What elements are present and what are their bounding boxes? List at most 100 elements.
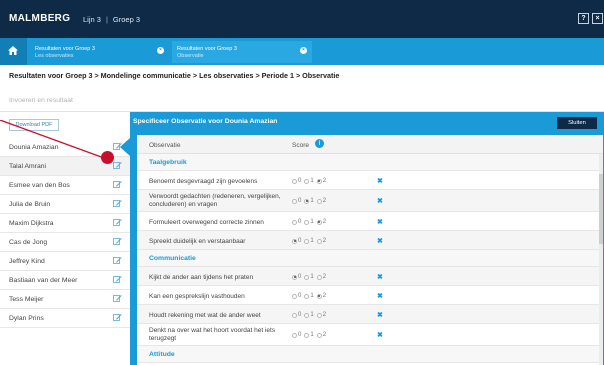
- student-row[interactable]: Tess Meijer: [0, 290, 130, 309]
- observation-label: Benoemt desgevraagd zijn gevoelens: [149, 178, 258, 185]
- score-radio[interactable]: [316, 219, 322, 225]
- score-radio[interactable]: [292, 238, 297, 244]
- student-name[interactable]: Julia de Bruin: [9, 201, 50, 208]
- score-radio[interactable]: [304, 198, 310, 204]
- student-name[interactable]: Maxim Dijkstra: [9, 220, 54, 227]
- student-row[interactable]: Cas de Jong: [0, 233, 130, 252]
- score-radio-label: 0: [298, 198, 302, 204]
- section-title: Attitude: [149, 351, 175, 358]
- score-radio[interactable]: [304, 238, 310, 244]
- score-radio[interactable]: [316, 238, 322, 244]
- edit-icon[interactable]: [113, 218, 122, 229]
- close-panel-button[interactable]: Sluiten: [557, 117, 597, 129]
- student-name[interactable]: Dylan Prins: [9, 315, 44, 322]
- observation-row: Benoemt desgevraagd zijn gevoelens 0 1 2 ✖: [137, 171, 599, 190]
- student-name[interactable]: Cas de Jong: [9, 239, 47, 246]
- page-breadcrumb: Resultaten voor Groep 3 > Mondelinge com…: [9, 71, 340, 80]
- edit-icon[interactable]: [113, 199, 122, 210]
- score-radio-group: 0 1 2: [292, 332, 329, 338]
- score-radio[interactable]: [292, 332, 297, 338]
- info-icon[interactable]: i: [315, 139, 324, 148]
- student-name[interactable]: Tess Meijer: [9, 296, 43, 303]
- score-radio-label: 2: [322, 238, 327, 244]
- score-radio[interactable]: [304, 274, 310, 280]
- score-radio[interactable]: [292, 178, 297, 184]
- help-button[interactable]: ?: [578, 13, 589, 24]
- edit-icon[interactable]: [113, 180, 122, 191]
- observation-label: Verwoordt gedachten (redeneren, vergelij…: [149, 193, 281, 208]
- observation-label: Spreekt duidelijk en verstaanbaar: [149, 238, 246, 245]
- tab-observatie[interactable]: Resultaten voor Groep 3 Observatie ×: [172, 41, 312, 63]
- score-radio[interactable]: [304, 178, 310, 184]
- student-row[interactable]: Dylan Prins: [0, 309, 130, 328]
- student-name[interactable]: Bastiaan van der Meer: [9, 277, 77, 284]
- header-breadcrumb: Lijn 3 | Groep 3: [83, 15, 140, 24]
- clear-score-icon[interactable]: ✖: [377, 273, 383, 281]
- clear-score-icon[interactable]: ✖: [377, 311, 383, 319]
- observation-row: Denkt na over wat het hoort voordat het …: [137, 324, 599, 346]
- clear-score-icon[interactable]: ✖: [377, 331, 383, 339]
- score-radio[interactable]: [316, 178, 322, 184]
- clear-score-icon[interactable]: ✖: [377, 292, 383, 300]
- score-radio[interactable]: [304, 332, 310, 338]
- observation-row: Formuleert overwegend correcte zinnen 0 1 2…: [137, 212, 599, 231]
- edit-icon[interactable]: [113, 275, 122, 286]
- score-radio[interactable]: [316, 198, 322, 204]
- score-radio[interactable]: [292, 274, 297, 280]
- home-button[interactable]: [0, 38, 27, 65]
- student-row[interactable]: Jeffrey Kind: [0, 252, 130, 271]
- student-name[interactable]: Talal Amrani: [9, 163, 46, 170]
- score-radio[interactable]: [292, 293, 297, 299]
- clear-score-icon[interactable]: ✖: [377, 197, 383, 205]
- student-row[interactable]: Julia de Bruin: [0, 195, 130, 214]
- score-radio-label: 2: [322, 293, 327, 299]
- score-radio[interactable]: [292, 198, 297, 204]
- score-radio[interactable]: [304, 312, 310, 318]
- edit-icon[interactable]: [113, 313, 122, 324]
- student-row[interactable]: Maxim Dijkstra: [0, 214, 130, 233]
- score-radio[interactable]: [304, 219, 310, 225]
- observation-row: Spreekt duidelijk en verstaanbaar 0 1 2 ✖: [137, 231, 599, 250]
- score-radio-label: 2: [322, 219, 327, 225]
- score-radio[interactable]: [316, 332, 322, 338]
- edit-icon[interactable]: [113, 237, 122, 248]
- student-row[interactable]: Bastiaan van der Meer: [0, 271, 130, 290]
- table-header: Observatie Score i: [137, 135, 603, 154]
- score-radio[interactable]: [292, 219, 297, 225]
- clear-score-icon[interactable]: ✖: [377, 237, 383, 245]
- scrollbar-thumb[interactable]: [599, 174, 603, 244]
- scrollbar[interactable]: [599, 154, 603, 365]
- tab-close-icon[interactable]: ×: [300, 47, 307, 54]
- section-header: Attitude: [137, 346, 599, 363]
- tab-les-observaties[interactable]: Resultaten voor Groep 3 Les observaties …: [31, 41, 168, 63]
- student-name[interactable]: Jeffrey Kind: [9, 258, 45, 265]
- tab-close-icon[interactable]: ×: [157, 47, 164, 54]
- score-radio[interactable]: [304, 293, 310, 299]
- edit-icon[interactable]: [113, 161, 122, 172]
- score-radio[interactable]: [316, 312, 322, 318]
- score-radio-group: 0 1 2: [292, 274, 329, 280]
- brand-logo: MALMBERG: [9, 13, 71, 24]
- column-header-score: Score: [292, 142, 309, 149]
- score-radio-group: 0 1 2: [292, 238, 329, 244]
- clear-score-icon[interactable]: ✖: [377, 218, 383, 226]
- score-radio-label: 2: [322, 312, 327, 318]
- pointer-line: [0, 120, 105, 159]
- score-radio[interactable]: [292, 312, 297, 318]
- section-header: Taalgebruik: [137, 154, 599, 171]
- clear-score-icon[interactable]: ✖: [377, 177, 383, 185]
- score-radio[interactable]: [316, 293, 322, 299]
- score-radio[interactable]: [316, 274, 322, 280]
- close-window-button[interactable]: ×: [592, 13, 603, 24]
- observation-label: Denkt na over wat het hoort voordat het …: [149, 327, 276, 342]
- student-name[interactable]: Esmee van den Bos: [9, 182, 70, 189]
- score-radio-label: 2: [322, 332, 327, 338]
- score-radio-label: 2: [322, 198, 327, 204]
- edit-icon[interactable]: [113, 256, 122, 267]
- crumb-lijn[interactable]: Lijn 3: [83, 15, 101, 24]
- column-header-observatie: Observatie: [149, 142, 181, 149]
- edit-icon[interactable]: [113, 294, 122, 305]
- crumb-groep[interactable]: Groep 3: [113, 15, 140, 24]
- student-row[interactable]: Esmee van den Bos: [0, 176, 130, 195]
- filter-text[interactable]: Invoeren en resultaat: [9, 97, 73, 104]
